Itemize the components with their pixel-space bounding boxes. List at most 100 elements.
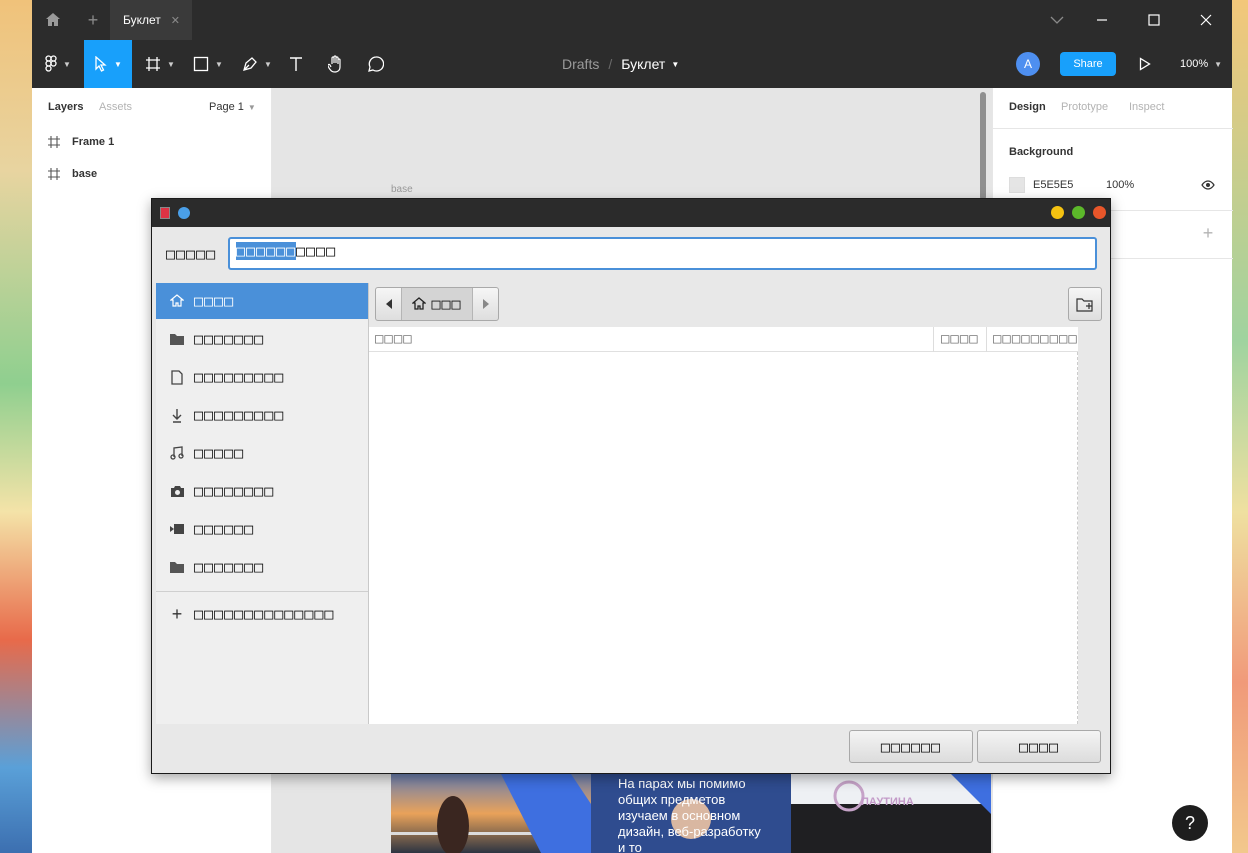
file-name-label: □□□□□ [166, 245, 217, 263]
text-icon [290, 57, 302, 71]
layer-row[interactable]: Frame 1 [48, 136, 114, 148]
page-selector-label: Page 1 [209, 101, 244, 113]
background-hex-input[interactable]: E5E5E5 [1033, 179, 1073, 191]
canvas-scrollbar[interactable] [980, 92, 986, 200]
column-divider [986, 327, 987, 352]
background-opacity-input[interactable]: 100% [1106, 179, 1134, 191]
place-pictures[interactable]: □□□□□□□□ [156, 473, 368, 509]
file-name[interactable]: Буклет [621, 56, 665, 72]
file-tab-title: Буклет [123, 13, 161, 27]
minimize-icon[interactable] [1088, 0, 1116, 40]
rectangle-icon [193, 56, 209, 72]
move-tool-button[interactable]: ▼ [84, 40, 132, 88]
zoom-level: 100% [1179, 58, 1209, 70]
new-tab-button[interactable]: + [80, 0, 106, 40]
column-name[interactable]: □□□□ [375, 331, 413, 347]
pin-icon[interactable] [178, 207, 190, 219]
tab-layers[interactable]: Layers [48, 101, 83, 113]
add-style-button[interactable]: + [1199, 223, 1217, 243]
divider [156, 591, 368, 592]
minimize-icon[interactable] [1051, 206, 1064, 219]
place-videos[interactable]: □□□□□□ [156, 511, 368, 547]
place-label: □□□□ [194, 292, 235, 310]
poster-text: На парах мы помимо общих предметов изуча… [618, 776, 761, 853]
file-name-input[interactable]: □□□□□□ □□□□ [228, 237, 1097, 270]
column-modified[interactable]: □□□□□□□□□ [993, 331, 1078, 347]
file-list[interactable]: □□□□ □□□□ □□□□□□□□□ [369, 327, 1078, 724]
new-folder-icon [1076, 297, 1093, 312]
frame-icon [48, 136, 60, 148]
help-button[interactable]: ? [1172, 805, 1208, 841]
hand-tool-button[interactable] [322, 40, 350, 88]
file-list-scroll-area[interactable] [1078, 327, 1108, 724]
place-label: □□□□□□□□□ [194, 406, 285, 424]
breadcrumb-separator: / [608, 56, 613, 72]
create-folder-button[interactable] [1068, 287, 1102, 321]
home-icon [46, 13, 60, 26]
place-music[interactable]: □□□□□ [156, 435, 368, 471]
tabs-overflow-chevron-icon[interactable] [1042, 0, 1072, 40]
document-icon [168, 368, 186, 386]
folder-icon [168, 558, 186, 576]
tab-prototype[interactable]: Prototype [1061, 101, 1108, 113]
home-button[interactable] [32, 0, 74, 40]
place-label: □□□□□□□ [194, 558, 265, 576]
tab-assets[interactable]: Assets [99, 101, 132, 113]
app-icon [160, 207, 170, 219]
place-other-locations[interactable]: + □□□□□□□□□□□□□□ [156, 596, 368, 632]
layer-row[interactable]: base [48, 168, 97, 180]
close-icon[interactable] [1192, 0, 1220, 40]
music-icon [168, 444, 186, 462]
background-color-swatch[interactable] [1009, 177, 1025, 193]
save-button[interactable]: □□□□ [977, 730, 1101, 763]
frame-tool-button[interactable]: ▼ [140, 40, 180, 88]
place-label: □□□□□ [194, 444, 245, 462]
place-desktop[interactable]: □□□□□□□ [156, 321, 368, 357]
tab-design[interactable]: Design [1009, 101, 1046, 113]
close-icon[interactable] [1093, 206, 1106, 219]
main-menu-button[interactable]: ▼ [40, 40, 76, 88]
column-size[interactable]: □□□□ [941, 331, 979, 347]
avatar[interactable]: A [1016, 52, 1040, 76]
zoom-menu[interactable]: 100% ▼ [1176, 40, 1226, 88]
place-documents[interactable]: □□□□□□□□□ [156, 359, 368, 395]
file-tab[interactable]: Буклет ✕ [110, 0, 192, 40]
place-downloads[interactable]: □□□□□□□□□ [156, 397, 368, 433]
chevron-down-icon[interactable]: ▼ [671, 60, 679, 69]
text-tool-button[interactable] [282, 40, 310, 88]
column-divider [933, 327, 934, 352]
comment-tool-button[interactable] [362, 40, 390, 88]
path-forward-button[interactable] [472, 288, 498, 320]
breadcrumb-drafts[interactable]: Drafts [562, 56, 599, 72]
dialog-titlebar [152, 199, 1110, 227]
figma-logo-icon [45, 55, 57, 72]
present-button[interactable] [1132, 40, 1158, 88]
pen-tool-button[interactable]: ▼ [236, 40, 278, 88]
frame-icon [48, 168, 60, 180]
place-label: □□□□□□□□□□□□□□ [194, 605, 335, 623]
place-label: □□□□□□□□ [194, 482, 275, 500]
frame-label[interactable]: base [391, 184, 413, 195]
layer-name: base [72, 168, 98, 180]
tab-inspect[interactable]: Inspect [1129, 101, 1164, 113]
section-title: Background [1009, 146, 1074, 158]
path-home-button[interactable]: □□□ [402, 288, 472, 320]
home-icon [168, 292, 186, 310]
page-selector[interactable]: Page 1 ▼ [209, 101, 256, 113]
chevron-left-icon [385, 299, 392, 309]
tab-close-icon[interactable]: ✕ [171, 14, 180, 27]
cancel-button[interactable]: □□□□□□ [849, 730, 973, 763]
maximize-icon[interactable] [1140, 0, 1168, 40]
file-name-text: □□□□ [296, 242, 337, 260]
video-icon [168, 520, 186, 538]
path-back-button[interactable] [376, 288, 402, 320]
shape-tool-button[interactable]: ▼ [188, 40, 228, 88]
maximize-icon[interactable] [1072, 206, 1085, 219]
place-home[interactable]: □□□□ [156, 283, 368, 319]
chevron-down-icon: ▼ [247, 102, 256, 112]
share-button[interactable]: Share [1060, 52, 1116, 76]
place-folder[interactable]: □□□□□□□ [156, 549, 368, 585]
visibility-eye-icon[interactable] [1199, 178, 1217, 192]
main-toolbar: ▼ ▼ ▼ ▼ ▼ Drafts / Буклет ▼ A Share 100%… [32, 40, 1232, 88]
file-list-header: □□□□ □□□□ □□□□□□□□□ [369, 327, 1078, 352]
